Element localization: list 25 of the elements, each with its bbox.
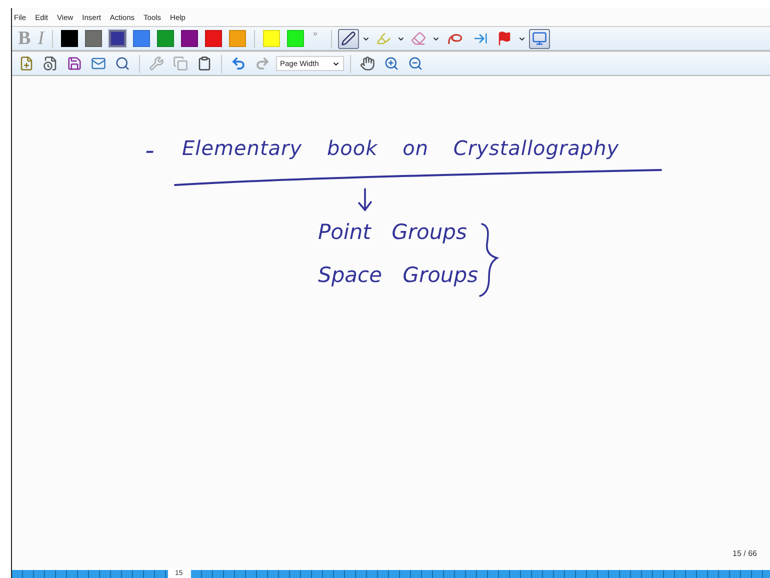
- handwritten-heading: Elementary book on Crystallography: [182, 136, 620, 160]
- view-tool-button[interactable]: [529, 28, 550, 48]
- handwritten-item: Point Groups: [318, 220, 467, 244]
- pen-icon: [341, 31, 356, 46]
- caret-icon[interactable]: [518, 34, 526, 42]
- pen-tool-button[interactable]: [338, 28, 360, 48]
- caret-icon: [332, 60, 340, 68]
- highlighter-icon: [376, 31, 392, 46]
- color-swatch[interactable]: [109, 30, 126, 47]
- handwritten-item: Space Groups: [318, 263, 478, 287]
- caret-icon[interactable]: [397, 34, 406, 42]
- lasso-icon: [446, 32, 464, 46]
- caret-icon[interactable]: [362, 34, 370, 42]
- undo-icon: [231, 56, 246, 71]
- page-thumbnail-strip[interactable]: [12, 570, 168, 578]
- handwritten-bullet: -: [145, 136, 154, 166]
- page-thumbnail-strip[interactable]: [190, 570, 770, 578]
- redo-icon: [255, 56, 270, 71]
- arrow-stroke: [358, 188, 372, 212]
- page-counter: 15 / 66: [732, 549, 757, 558]
- flag-icon: [497, 31, 512, 46]
- insert-space-icon: [473, 31, 488, 46]
- monitor-icon: [532, 31, 548, 46]
- eraser-icon: [411, 31, 426, 46]
- caret-icon[interactable]: [432, 34, 440, 42]
